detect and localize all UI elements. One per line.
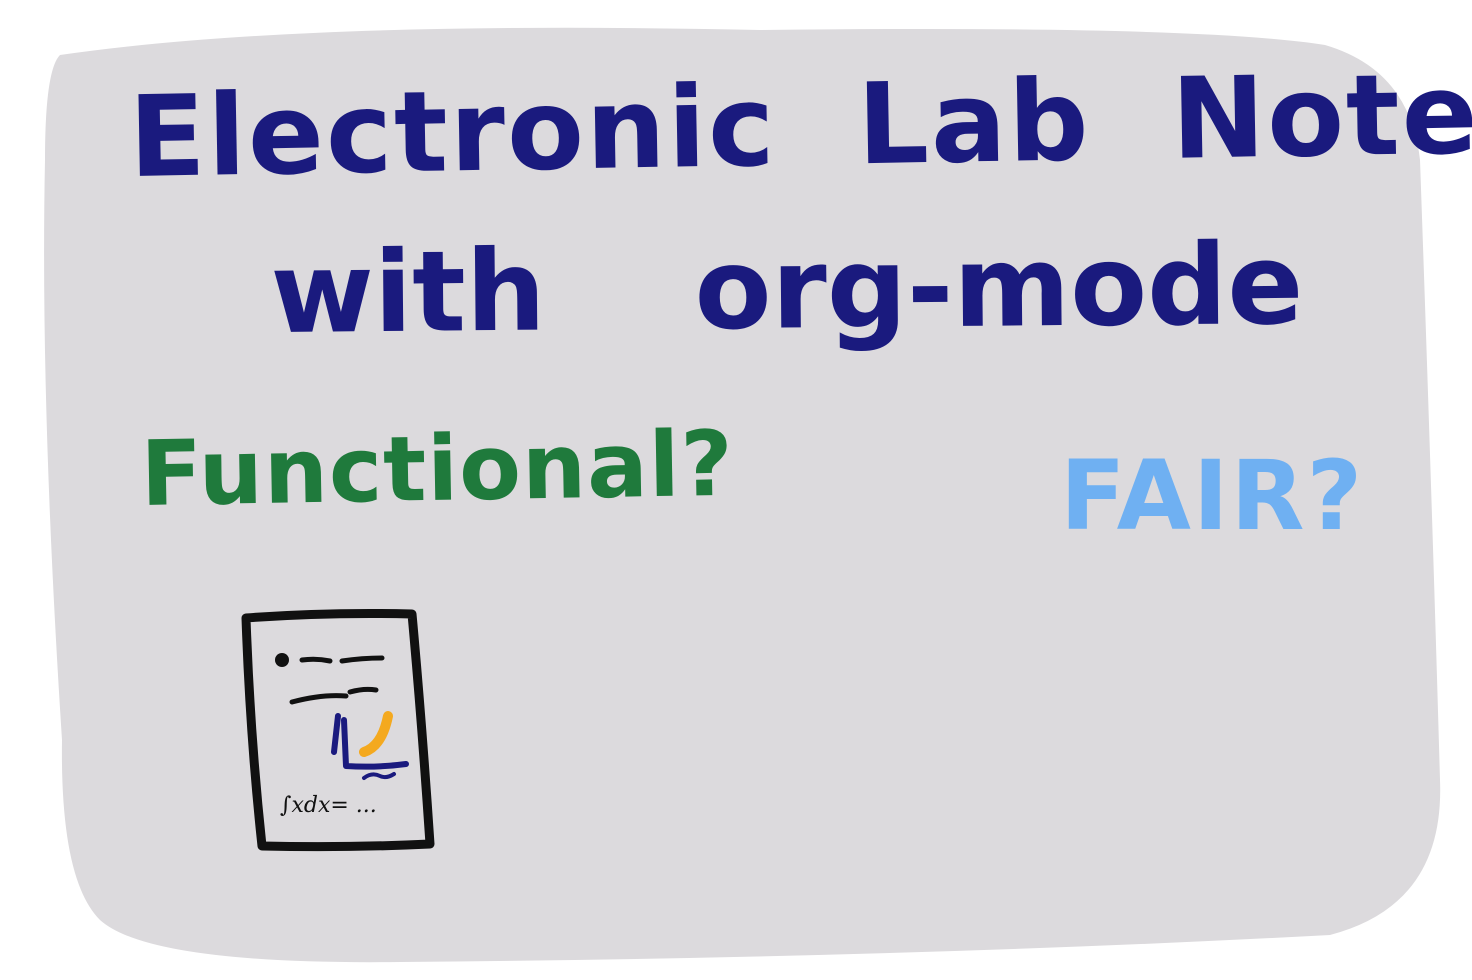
text-line (299, 656, 333, 664)
plot-caption-squiggle (362, 772, 396, 780)
text-line (339, 655, 385, 664)
title-line-1: Electronic Lab Notebook (127, 43, 1472, 203)
bullet-dot (275, 653, 289, 667)
formula-text: ∫xdx= ... (280, 793, 377, 818)
functional-question: Functional? (139, 411, 735, 527)
title-line-2: with org-mode (269, 219, 1304, 359)
document-icon: ∫xdx= ... (241, 609, 435, 852)
text-line (347, 686, 379, 695)
fair-question: FAIR? (1060, 440, 1365, 552)
